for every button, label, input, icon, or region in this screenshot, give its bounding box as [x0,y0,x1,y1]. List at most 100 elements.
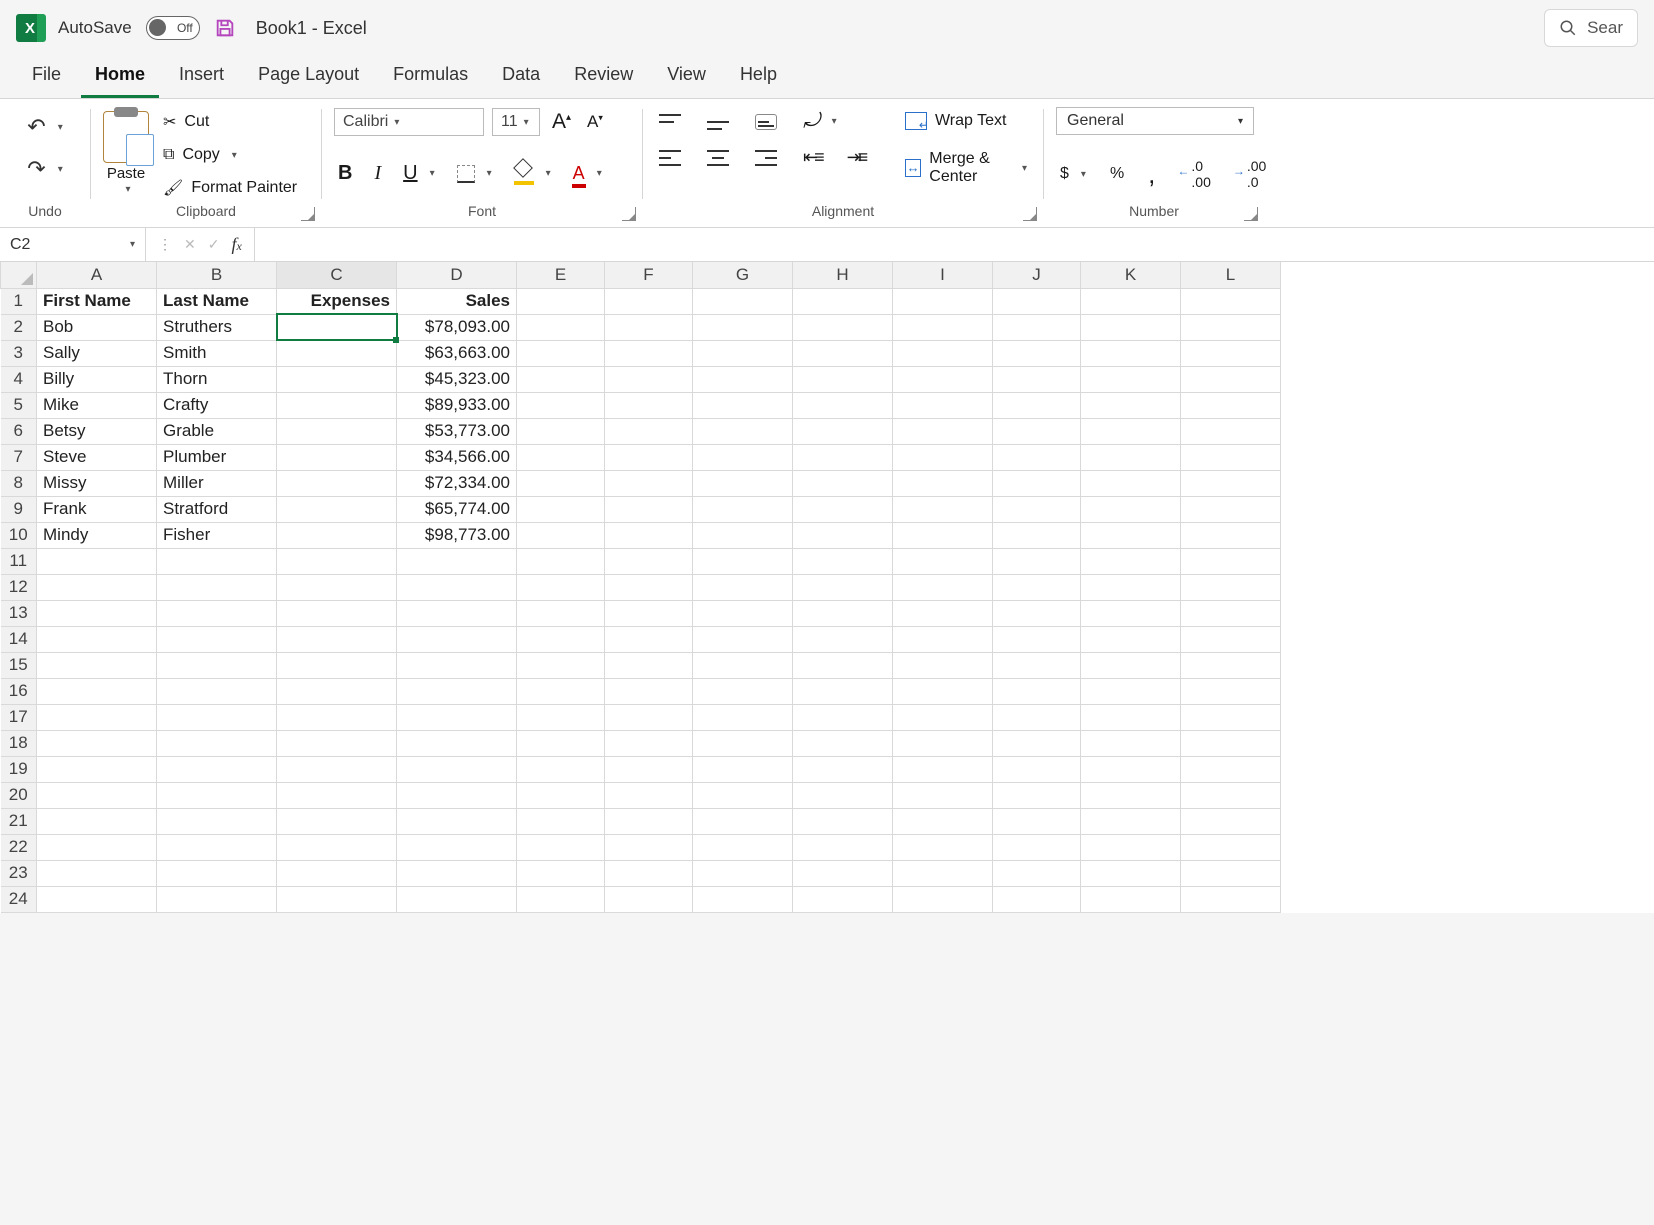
cell-K15[interactable] [1081,652,1181,678]
cell-J5[interactable] [993,392,1081,418]
cell-H3[interactable] [793,340,893,366]
cell-K17[interactable] [1081,704,1181,730]
column-header-L[interactable]: L [1181,262,1281,288]
cell-F11[interactable] [605,548,693,574]
cell-G4[interactable] [693,366,793,392]
cell-H24[interactable] [793,886,893,912]
cell-D15[interactable] [397,652,517,678]
cell-G13[interactable] [693,600,793,626]
row-header-15[interactable]: 15 [1,652,37,678]
borders-button[interactable]: ▾ [453,162,496,186]
cell-B8[interactable]: Miller [157,470,277,496]
cell-A24[interactable] [37,886,157,912]
cell-I13[interactable] [893,600,993,626]
column-header-I[interactable]: I [893,262,993,288]
cell-B12[interactable] [157,574,277,600]
cell-G7[interactable] [693,444,793,470]
cell-L10[interactable] [1181,522,1281,548]
cell-A16[interactable] [37,678,157,704]
cell-E1[interactable] [517,288,605,314]
cut-button[interactable]: ✂ Cut [159,109,301,135]
cell-A14[interactable] [37,626,157,652]
cell-F5[interactable] [605,392,693,418]
cell-H9[interactable] [793,496,893,522]
worksheet[interactable]: ABCDEFGHIJKL1First NameLast NameExpenses… [0,262,1654,913]
cell-C2[interactable] [277,314,397,340]
cell-D18[interactable] [397,730,517,756]
cell-L19[interactable] [1181,756,1281,782]
cell-F15[interactable] [605,652,693,678]
format-painter-button[interactable]: 🖌 Format Painter [159,175,301,201]
cell-J20[interactable] [993,782,1081,808]
decrease-decimal-button[interactable]: .00.0 [1231,155,1270,193]
row-header-14[interactable]: 14 [1,626,37,652]
cell-I5[interactable] [893,392,993,418]
cell-F17[interactable] [605,704,693,730]
cell-J23[interactable] [993,860,1081,886]
cell-F14[interactable] [605,626,693,652]
row-header-9[interactable]: 9 [1,496,37,522]
cell-I19[interactable] [893,756,993,782]
cell-D13[interactable] [397,600,517,626]
percent-format-button[interactable]: % [1106,162,1128,186]
cell-B16[interactable] [157,678,277,704]
cell-C23[interactable] [277,860,397,886]
cell-G20[interactable] [693,782,793,808]
cell-D17[interactable] [397,704,517,730]
cell-I4[interactable] [893,366,993,392]
cell-A7[interactable]: Steve [37,444,157,470]
cell-G11[interactable] [693,548,793,574]
cell-C24[interactable] [277,886,397,912]
row-header-1[interactable]: 1 [1,288,37,314]
cell-E22[interactable] [517,834,605,860]
cell-F22[interactable] [605,834,693,860]
align-center-button[interactable] [703,147,733,169]
cell-J12[interactable] [993,574,1081,600]
fx-icon[interactable]: fx [231,234,241,255]
cell-G22[interactable] [693,834,793,860]
column-header-E[interactable]: E [517,262,605,288]
cell-C20[interactable] [277,782,397,808]
cell-F12[interactable] [605,574,693,600]
cell-E21[interactable] [517,808,605,834]
cell-A22[interactable] [37,834,157,860]
cell-B14[interactable] [157,626,277,652]
row-header-18[interactable]: 18 [1,730,37,756]
cell-H4[interactable] [793,366,893,392]
increase-indent-button[interactable]: ⇥≡ [843,144,869,171]
cell-B13[interactable] [157,600,277,626]
row-header-21[interactable]: 21 [1,808,37,834]
tab-home[interactable]: Home [81,56,159,98]
number-format-combo[interactable]: General ▾ [1056,107,1254,135]
wrap-text-button[interactable]: Wrap Text [901,109,1031,133]
cell-E15[interactable] [517,652,605,678]
cell-H16[interactable] [793,678,893,704]
column-header-K[interactable]: K [1081,262,1181,288]
column-header-G[interactable]: G [693,262,793,288]
cell-A10[interactable]: Mindy [37,522,157,548]
tab-page-layout[interactable]: Page Layout [244,56,373,98]
cell-B5[interactable]: Crafty [157,392,277,418]
cell-C9[interactable] [277,496,397,522]
cell-A2[interactable]: Bob [37,314,157,340]
cell-J9[interactable] [993,496,1081,522]
cell-A1[interactable]: First Name [37,288,157,314]
cell-E20[interactable] [517,782,605,808]
cell-J6[interactable] [993,418,1081,444]
cell-B23[interactable] [157,860,277,886]
cell-E23[interactable] [517,860,605,886]
cell-F21[interactable] [605,808,693,834]
formula-input[interactable] [255,228,1654,261]
cell-A15[interactable] [37,652,157,678]
row-header-4[interactable]: 4 [1,366,37,392]
cell-I24[interactable] [893,886,993,912]
align-middle-button[interactable] [703,111,733,133]
row-header-13[interactable]: 13 [1,600,37,626]
cell-L8[interactable] [1181,470,1281,496]
cell-G1[interactable] [693,288,793,314]
cell-L12[interactable] [1181,574,1281,600]
cell-A12[interactable] [37,574,157,600]
select-all-corner[interactable] [1,262,37,288]
name-box[interactable]: C2 ▾ [0,228,146,261]
enter-formula-button[interactable]: ✓ [208,236,220,253]
